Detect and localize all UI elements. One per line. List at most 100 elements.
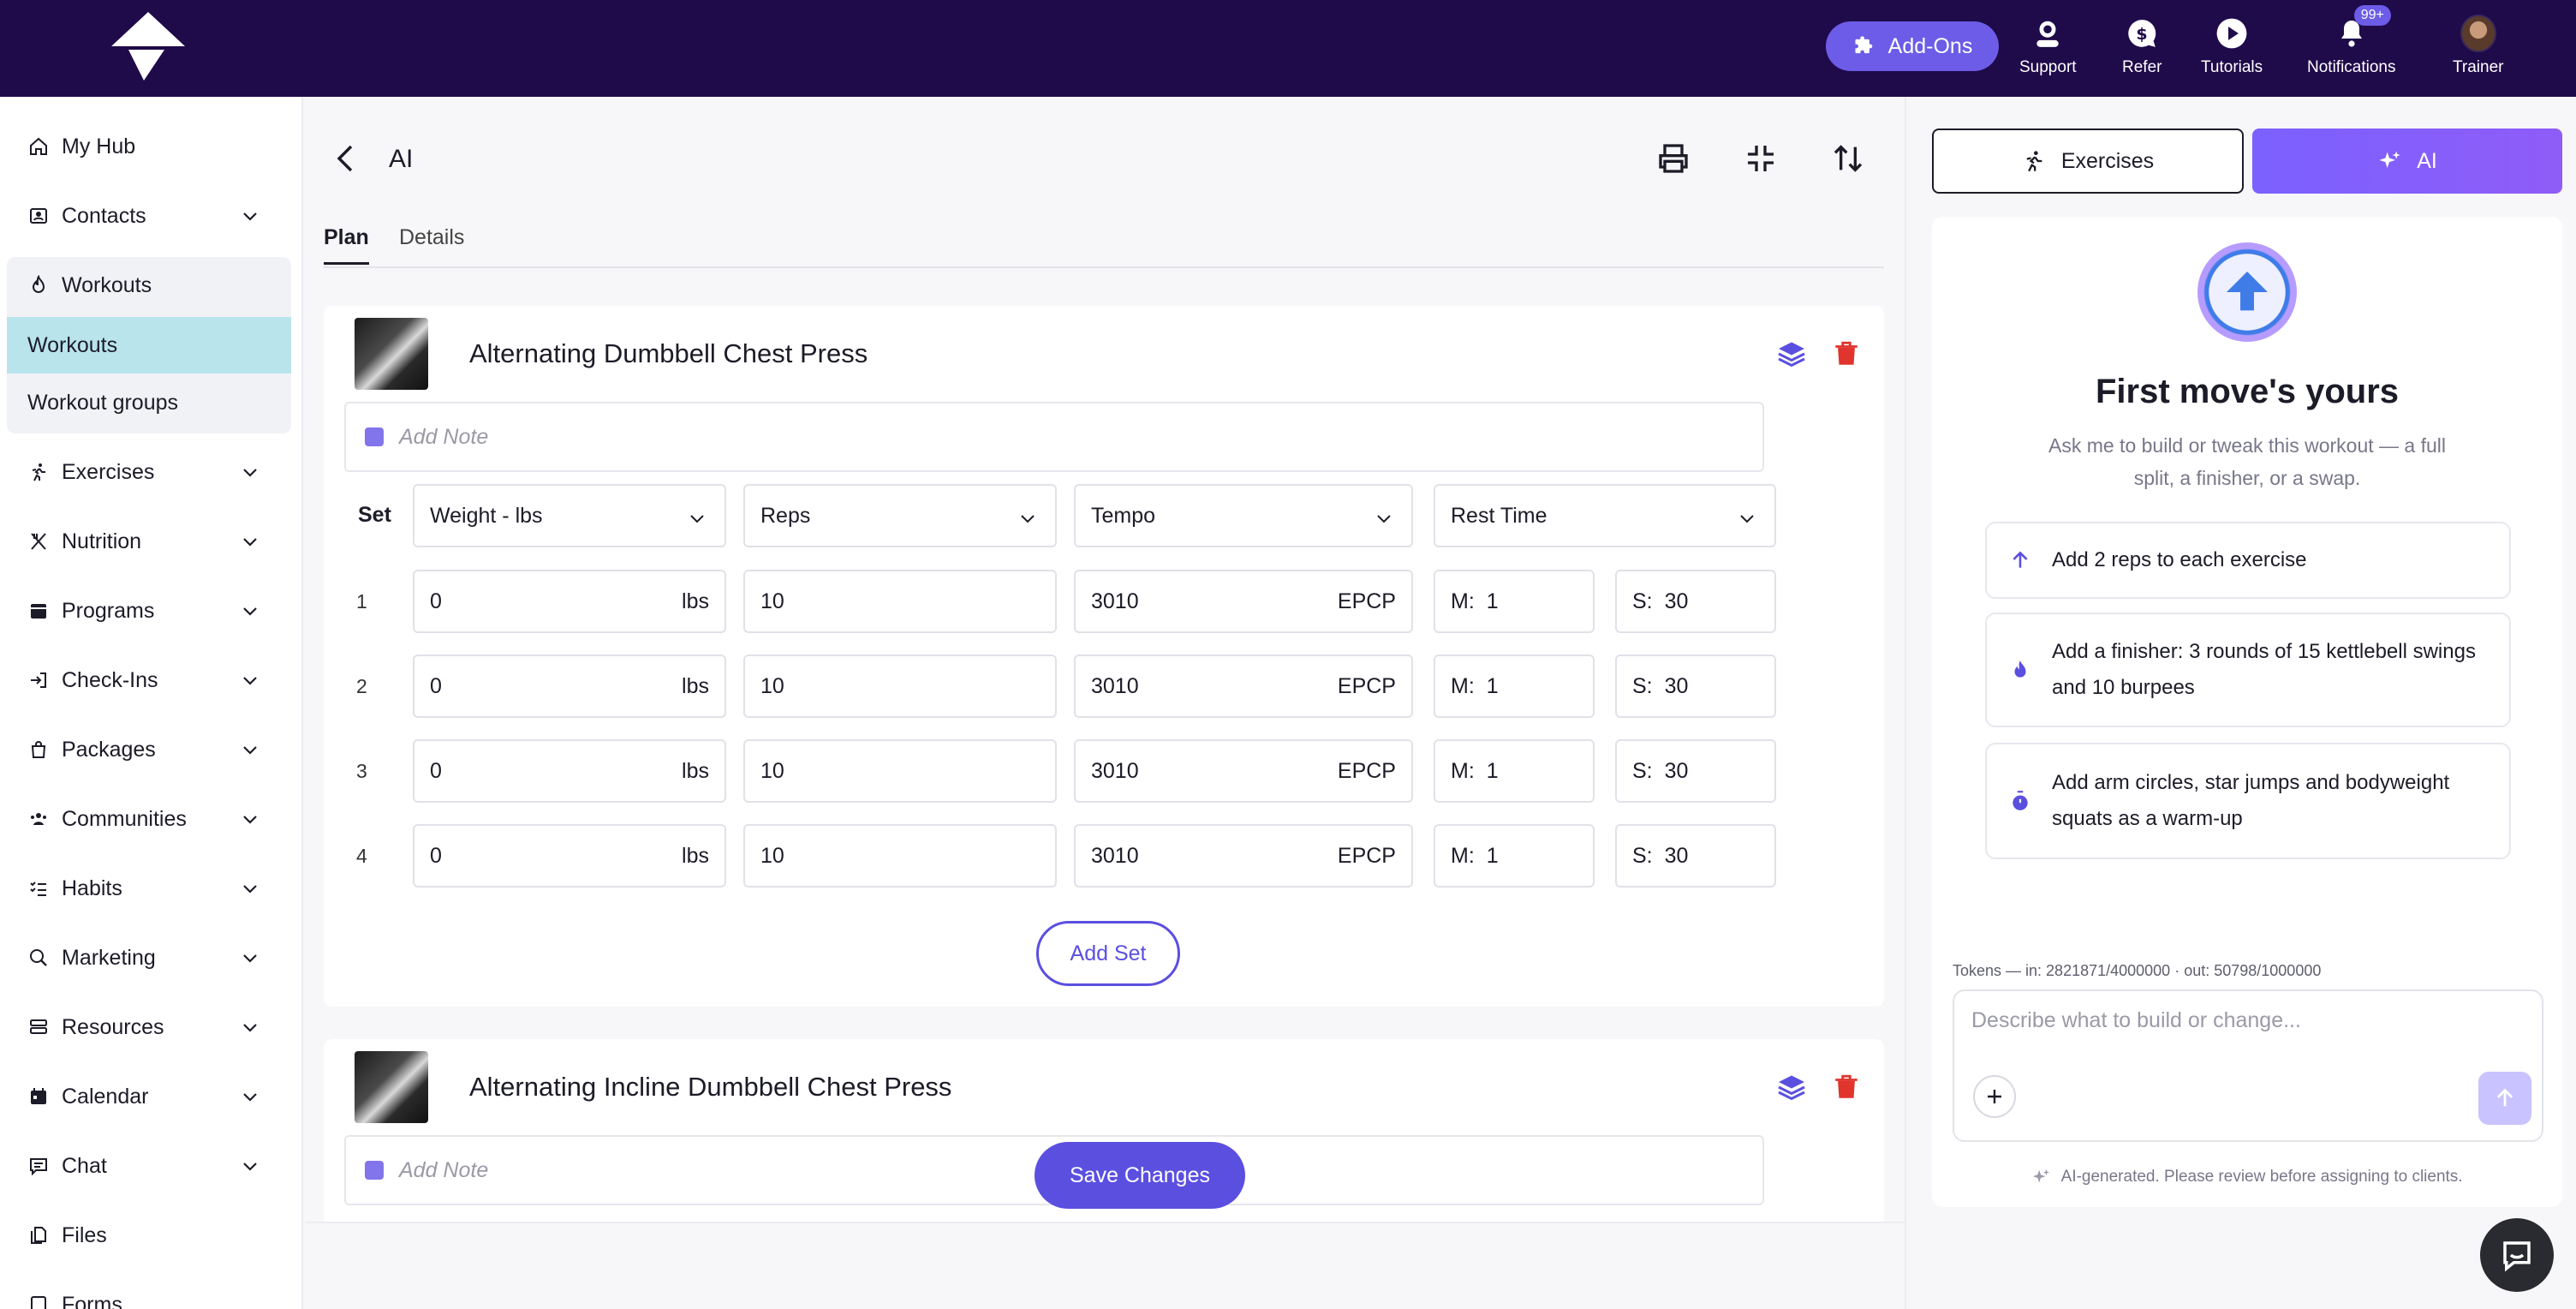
- reps-input[interactable]: 10: [743, 570, 1057, 633]
- chevron-down-icon: [690, 515, 704, 523]
- ai-disclaimer-text: AI-generated. Please review before assig…: [2060, 1168, 2463, 1186]
- sidebar-item-label: Resources: [62, 1014, 164, 1039]
- arrow-logo-icon: [2227, 272, 2268, 311]
- arrow-up-icon: [2496, 1088, 2513, 1107]
- seconds-value: 30: [1664, 758, 1689, 783]
- refer-button[interactable]: $ Refer: [2122, 15, 2162, 77]
- rest-seconds-input[interactable]: S: 30: [1615, 824, 1776, 888]
- set-number: 3: [356, 760, 367, 782]
- exercise-thumbnail[interactable]: [355, 1051, 428, 1123]
- reps-input[interactable]: 10: [743, 654, 1057, 718]
- add-note-field[interactable]: Add Note: [344, 402, 1764, 472]
- sidebar-item-workouts[interactable]: Workouts: [0, 260, 303, 311]
- reps-input[interactable]: 10: [743, 824, 1057, 888]
- minutes-value: 1: [1486, 758, 1499, 783]
- exercise-title[interactable]: Alternating Dumbbell Chest Press: [469, 338, 868, 369]
- brand-logo[interactable]: [111, 12, 185, 81]
- ai-tab-button[interactable]: AI: [2252, 129, 2562, 194]
- sidebar-item-calendar[interactable]: Calendar: [0, 1071, 303, 1122]
- add-set-button[interactable]: Add Set: [1036, 921, 1180, 986]
- sidebar-item-my-hub[interactable]: My Hub: [0, 121, 303, 172]
- rest-seconds-input[interactable]: S: 30: [1615, 654, 1776, 718]
- back-arrow-icon[interactable]: [331, 141, 361, 176]
- plus-icon: [1988, 1090, 2001, 1103]
- avatar-wrapper: [2460, 15, 2496, 52]
- set-number: 2: [356, 675, 367, 697]
- send-button[interactable]: [2478, 1072, 2531, 1125]
- weight-unit-select[interactable]: Weight - lbs: [413, 484, 726, 547]
- chevron-down-icon: [243, 212, 257, 221]
- tab-plan[interactable]: Plan: [324, 225, 369, 265]
- reps-input[interactable]: 10: [743, 739, 1057, 803]
- trainer-profile-button[interactable]: Trainer: [2453, 15, 2503, 77]
- save-changes-button[interactable]: Save Changes: [1035, 1142, 1245, 1209]
- calendar-grid-icon: [27, 600, 50, 622]
- rest-seconds-input[interactable]: S: 30: [1615, 739, 1776, 803]
- sidebar-item-resources[interactable]: Resources: [0, 1001, 303, 1053]
- forms-icon: [27, 1294, 50, 1309]
- support-button[interactable]: Support: [2019, 15, 2077, 77]
- tempo-input[interactable]: 3010 EPCP: [1074, 570, 1413, 633]
- support-chat-button[interactable]: [2480, 1218, 2554, 1292]
- suggestion-chip[interactable]: Add a finisher: 3 rounds of 15 kettlebel…: [1985, 613, 2511, 727]
- rest-minutes-input[interactable]: M: 1: [1434, 824, 1595, 888]
- delete-exercise-button[interactable]: [1829, 1068, 1863, 1106]
- suggestion-chip[interactable]: Add 2 reps to each exercise: [1985, 522, 2511, 599]
- sort-button[interactable]: [1824, 134, 1872, 182]
- sidebar-sub-item-workout-groups[interactable]: Workout groups: [7, 374, 291, 431]
- sidebar-sub-item-workouts[interactable]: Workouts: [7, 317, 291, 374]
- add-note-placeholder: Add Note: [399, 424, 489, 449]
- notifications-button[interactable]: 99+ Notifications: [2307, 5, 2396, 77]
- rest-minutes-input[interactable]: M: 1: [1434, 739, 1595, 803]
- files-icon: [27, 1224, 50, 1246]
- rest-minutes-input[interactable]: M: 1: [1434, 570, 1595, 633]
- exercises-tab-button[interactable]: Exercises: [1932, 129, 2244, 194]
- sidebar-item-chat[interactable]: Chat: [0, 1140, 303, 1192]
- tempo-input[interactable]: 3010 EPCP: [1074, 654, 1413, 718]
- sidebar-item-communities[interactable]: Communities: [0, 793, 303, 845]
- superset-button[interactable]: [1774, 335, 1809, 373]
- rest-seconds-input[interactable]: S: 30: [1615, 570, 1776, 633]
- rest-minutes-input[interactable]: M: 1: [1434, 654, 1595, 718]
- print-button[interactable]: [1649, 134, 1697, 182]
- weight-value: 0: [430, 758, 442, 783]
- seconds-value: 30: [1664, 843, 1689, 868]
- ai-prompt-input[interactable]: Describe what to build or change...: [1971, 1008, 2301, 1033]
- weight-input[interactable]: 0 lbs: [413, 654, 726, 718]
- delete-exercise-button[interactable]: [1829, 335, 1863, 373]
- sidebar-item-nutrition[interactable]: Nutrition: [0, 516, 303, 567]
- tempo-select[interactable]: Tempo: [1074, 484, 1413, 547]
- add-ons-button[interactable]: Add-Ons: [1826, 21, 1999, 71]
- attach-button[interactable]: [1973, 1075, 2016, 1118]
- chevron-down-icon: [243, 816, 257, 824]
- tab-details[interactable]: Details: [399, 225, 464, 262]
- sidebar-item-habits[interactable]: Habits: [0, 863, 303, 914]
- sidebar-item-programs[interactable]: Programs: [0, 585, 303, 637]
- rest-time-select[interactable]: Rest Time: [1434, 484, 1776, 547]
- sidebar-item-check-ins[interactable]: Check-Ins: [0, 654, 303, 706]
- superset-button[interactable]: [1774, 1068, 1809, 1106]
- sidebar-item-marketing[interactable]: Marketing: [0, 932, 303, 983]
- suggestion-text: Add 2 reps to each exercise: [2052, 548, 2307, 571]
- sidebar-item-files[interactable]: Files: [0, 1210, 303, 1261]
- exercise-title[interactable]: Alternating Incline Dumbbell Chest Press: [469, 1072, 951, 1103]
- exercise-thumbnail[interactable]: [355, 318, 428, 390]
- tempo-input[interactable]: 3010 EPCP: [1074, 739, 1413, 803]
- weight-input[interactable]: 0 lbs: [413, 570, 726, 633]
- tempo-suffix: EPCP: [1337, 673, 1396, 698]
- tutorials-button[interactable]: Tutorials: [2201, 15, 2263, 77]
- sidebar-item-label: My Hub: [62, 134, 136, 158]
- sidebar-item-contacts[interactable]: Contacts: [0, 190, 303, 242]
- collapse-button[interactable]: [1737, 134, 1785, 182]
- sidebar-item-forms[interactable]: Forms: [0, 1279, 303, 1309]
- tempo-input[interactable]: 3010 EPCP: [1074, 824, 1413, 888]
- suggestion-chip[interactable]: Add arm circles, star jumps and bodyweig…: [1985, 743, 2511, 859]
- reps-select[interactable]: Reps: [743, 484, 1057, 547]
- sidebar-item-packages[interactable]: Packages: [0, 724, 303, 775]
- sidebar-item-exercises[interactable]: Exercises: [0, 446, 303, 498]
- chat-icon: [27, 1155, 50, 1177]
- sidebar-item-label: Check-Ins: [62, 667, 158, 692]
- weight-input[interactable]: 0 lbs: [413, 824, 726, 888]
- weight-input[interactable]: 0 lbs: [413, 739, 726, 803]
- ai-chat-input-box: Describe what to build or change...: [1953, 989, 2543, 1142]
